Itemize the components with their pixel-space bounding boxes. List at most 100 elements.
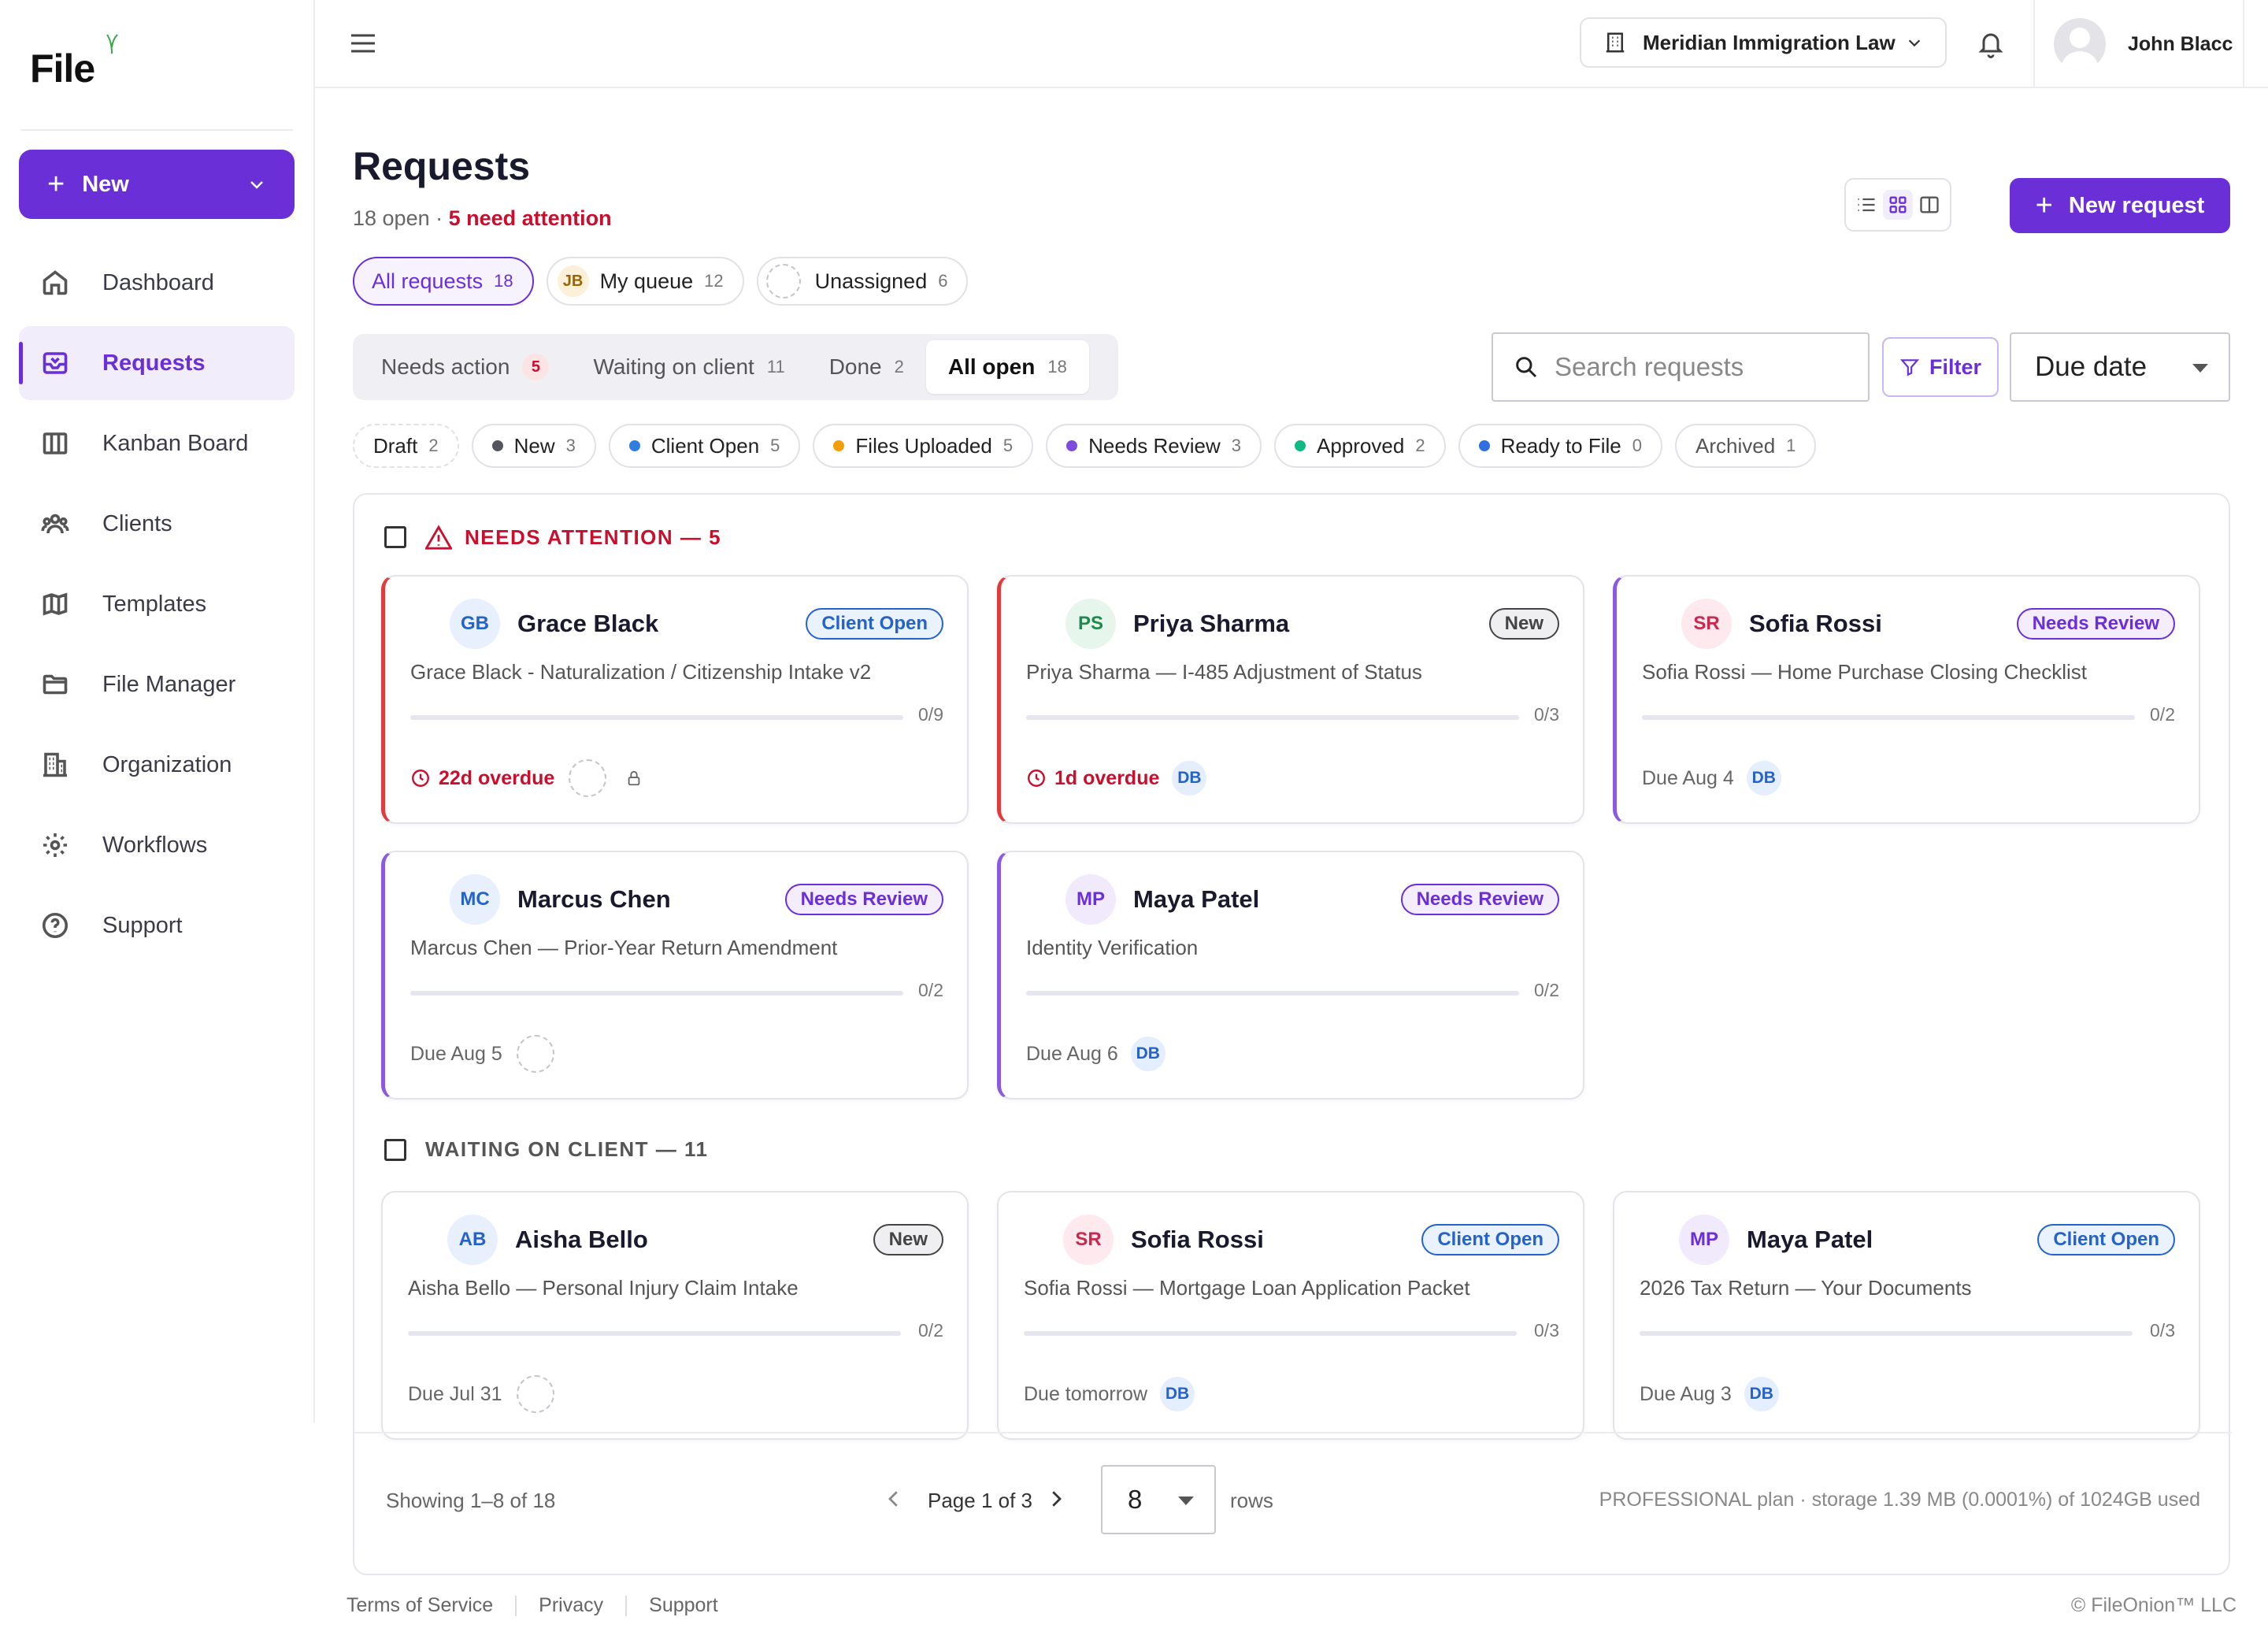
select-all-checkbox[interactable] [384, 526, 406, 548]
client-avatar: AB [447, 1215, 498, 1265]
assignee-avatar[interactable]: DB [1130, 1037, 1166, 1071]
home-icon [43, 270, 68, 295]
status-chip-draft[interactable]: Draft 2 [353, 424, 459, 468]
sidebar-item-dashboard[interactable]: Dashboard [19, 246, 295, 320]
users-icon [41, 514, 69, 534]
request-card[interactable]: SR Sofia Rossi Client Open Sofia Rossi —… [997, 1191, 1584, 1440]
support-link[interactable]: Support [649, 1594, 718, 1617]
filter-button[interactable]: Filter [1882, 337, 1999, 397]
request-title: Sofia Rossi — Mortgage Loan Application … [1024, 1276, 1470, 1300]
request-card[interactable]: SR Sofia Rossi Needs Review Sofia Rossi … [1613, 575, 2200, 824]
attention-count[interactable]: 5 need attention [449, 206, 612, 230]
tab-all-open[interactable]: All open 18 [925, 340, 1089, 394]
sort-select[interactable]: Due date [2010, 332, 2230, 402]
chevron-right-icon[interactable] [1044, 1485, 1068, 1512]
grid-view-button[interactable] [1883, 190, 1913, 220]
organization-name: Meridian Immigration Law [1643, 30, 1896, 54]
menu-icon[interactable] [350, 32, 376, 55]
assignee-avatar[interactable]: DB [1744, 1377, 1779, 1411]
organization-select[interactable]: Meridian Immigration Law [1580, 17, 1947, 68]
sidebar-item-kanban[interactable]: Kanban Board [19, 406, 295, 480]
assign-button[interactable] [516, 1375, 554, 1413]
sidebar-item-file-manager[interactable]: File Manager [19, 647, 295, 721]
new-button[interactable]: + New [19, 150, 295, 219]
assign-button[interactable] [516, 1035, 554, 1073]
status-label: Files Uploaded [855, 433, 992, 458]
status-chip-ready-to-file[interactable]: Ready to File 0 [1458, 424, 1662, 468]
client-name: Priya Sharma [1133, 610, 1290, 637]
tab-waiting-on-client[interactable]: Waiting on client 11 [571, 340, 806, 394]
card-footer: Due Jul 31 [408, 1375, 554, 1413]
status-count: 5 [770, 436, 780, 455]
search-input[interactable]: Search requests [1492, 332, 1870, 402]
folder-icon [43, 674, 68, 695]
client-name: Grace Black [517, 610, 659, 637]
assign-button[interactable] [569, 759, 607, 797]
request-card[interactable]: MC Marcus Chen Needs Review Marcus Chen … [381, 851, 969, 1100]
columns-icon [1920, 196, 1939, 213]
sidebar-item-templates[interactable]: Templates [19, 567, 295, 641]
status-label: Approved [1317, 433, 1405, 458]
tab-done[interactable]: Done 2 [807, 340, 926, 394]
user-menu[interactable]: John Blacc [2033, 0, 2244, 88]
request-card[interactable]: PS Priya Sharma New Priya Sharma — I-485… [997, 575, 1584, 824]
status-badge: Client Open [2037, 1224, 2175, 1255]
status-chip-new[interactable]: New 3 [471, 424, 596, 468]
terms-link[interactable]: Terms of Service [346, 1594, 493, 1617]
request-title: Marcus Chen — Prior-Year Return Amendmen… [410, 936, 838, 959]
queue-all-requests[interactable]: All requests 18 [353, 257, 534, 306]
new-request-button[interactable]: + New request [2010, 178, 2230, 233]
lock-icon [628, 770, 640, 786]
clock-icon [1028, 770, 1045, 787]
queue-my-queue[interactable]: JB My queue 12 [546, 257, 744, 306]
tab-label: Needs action [381, 354, 510, 379]
due-status: 22d overdue [410, 767, 554, 790]
request-card[interactable]: GB Grace Black Client Open Grace Black -… [381, 575, 969, 824]
assignee-avatar[interactable]: DB [1746, 761, 1781, 796]
status-chip-files-uploaded[interactable]: Files Uploaded 5 [813, 424, 1034, 468]
status-count: 3 [565, 436, 576, 455]
tab-needs-action[interactable]: Needs action 5 [359, 340, 571, 394]
status-badge: Needs Review [2016, 608, 2175, 640]
sidebar-item-label: Organization [102, 751, 232, 777]
assignee-avatar[interactable]: DB [1160, 1377, 1195, 1411]
assignee-avatar[interactable]: DB [1172, 761, 1207, 796]
sidebar-item-label: Kanban Board [102, 430, 249, 456]
sidebar-item-clients[interactable]: Clients [19, 487, 295, 561]
due-text: Due Aug 3 [1640, 1382, 1732, 1405]
progress-text: 0/3 [1534, 1320, 1559, 1341]
rows-per-page-select[interactable]: 8 [1101, 1465, 1216, 1534]
sidebar-item-workflows[interactable]: Workflows [19, 808, 295, 882]
bell-icon[interactable] [1977, 28, 2005, 60]
help-icon [42, 912, 69, 939]
sidebar-item-requests[interactable]: Requests [19, 326, 295, 400]
status-chip-needs-review[interactable]: Needs Review 3 [1046, 424, 1262, 468]
pagination: Showing 1–8 of 18 Page 1 of 3 8 rows PRO… [354, 1432, 2232, 1575]
progress-text: 0/3 [1534, 704, 1559, 725]
list-view-button[interactable] [1851, 190, 1881, 220]
select-all-checkbox[interactable] [384, 1138, 406, 1161]
chevron-left-icon[interactable] [882, 1485, 906, 1512]
card-footer: Due tomorrow DB [1024, 1375, 1195, 1413]
privacy-link[interactable]: Privacy [539, 1594, 603, 1617]
due-text: Due Aug 4 [1642, 766, 1734, 789]
status-chip-client-open[interactable]: Client Open 5 [608, 424, 801, 468]
status-chip-archived[interactable]: Archived 1 [1675, 424, 1817, 468]
split-view-button[interactable] [1914, 190, 1944, 220]
plan-storage-info: PROFESSIONAL plan · storage 1.39 MB (0.0… [1599, 1489, 2200, 1511]
progress-bar [1642, 715, 2135, 720]
request-title: Identity Verification [1026, 936, 1199, 959]
request-card[interactable]: MP Maya Patel Needs Review Identity Veri… [997, 851, 1584, 1100]
request-card[interactable]: AB Aisha Bello New Aisha Bello — Persona… [381, 1191, 969, 1440]
search-icon [1516, 357, 1537, 378]
status-badge: New [873, 1224, 943, 1255]
client-name: Marcus Chen [517, 885, 671, 913]
sidebar-item-organization[interactable]: Organization [19, 728, 295, 802]
queue-unassigned[interactable]: Unassigned 6 [756, 257, 969, 306]
new-button-label: New [82, 171, 129, 197]
app-logo[interactable]: File [30, 46, 95, 91]
request-card[interactable]: MP Maya Patel Client Open 2026 Tax Retur… [1613, 1191, 2200, 1440]
request-title: Priya Sharma — I-485 Adjustment of Statu… [1026, 660, 1422, 684]
sidebar-item-support[interactable]: Support [19, 888, 295, 962]
status-chip-approved[interactable]: Approved 2 [1274, 424, 1446, 468]
